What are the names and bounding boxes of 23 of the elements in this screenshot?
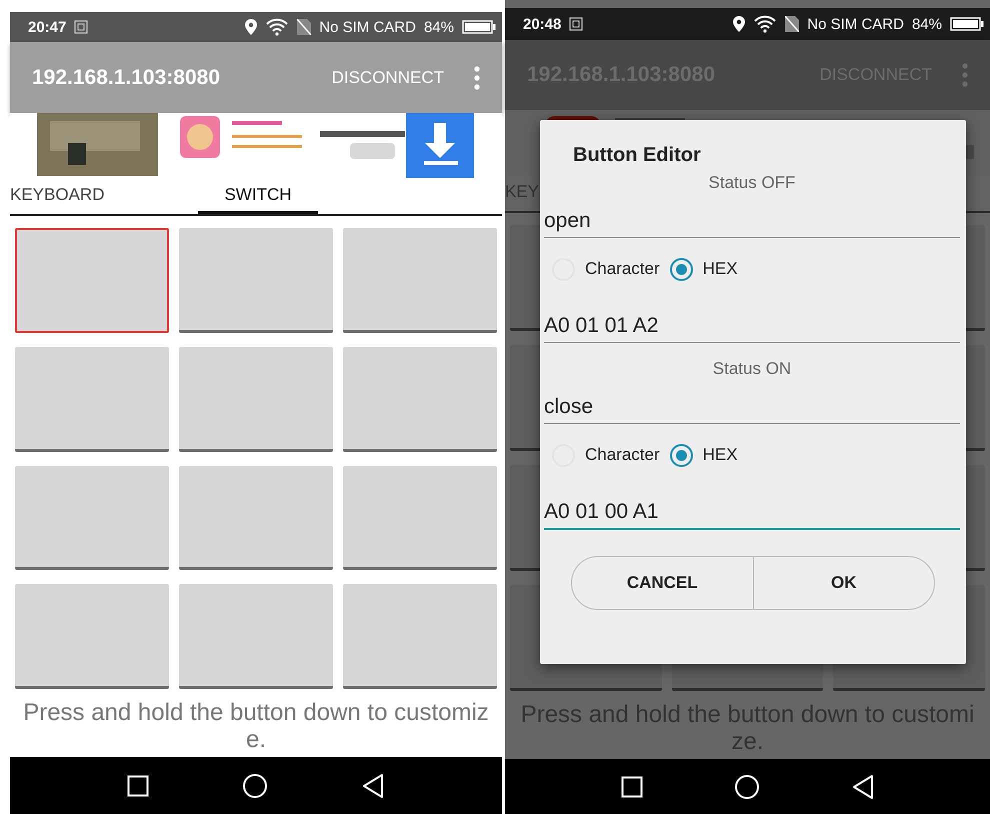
app-title: 192.168.1.103:8080 [32, 66, 220, 90]
battery-text: 84% [424, 18, 454, 36]
tab[interactable]: SWITCH [198, 178, 318, 214]
section-heading: Status OFF [708, 173, 796, 193]
code-field[interactable]: A0 01 01 A2 [544, 302, 960, 343]
status-time: 20:48 [523, 16, 562, 32]
battery-text: 84% [912, 16, 942, 32]
carrier-text: No SIM CARD [807, 16, 904, 32]
dialog-button[interactable]: CANCEL [572, 557, 752, 609]
status-time: 20:47 [28, 18, 66, 36]
carrier-text: No SIM CARD [319, 18, 416, 36]
hint-text: Press and hold the button down to customize. [22, 698, 490, 755]
name-field[interactable]: close [544, 383, 960, 424]
code-field[interactable]: A0 01 00 A1 [544, 488, 960, 530]
radio-label: Character [585, 259, 660, 279]
radio-label: HEX [702, 259, 738, 279]
name-field[interactable]: open [544, 197, 960, 238]
section-heading: Status ON [712, 359, 792, 379]
tab[interactable]: KEYBOARD [10, 178, 195, 214]
radio-label: HEX [702, 445, 738, 465]
radio-label: Character [585, 445, 660, 465]
dialog-title: Button Editor [572, 144, 702, 167]
dialog-button[interactable]: OK [752, 557, 934, 609]
